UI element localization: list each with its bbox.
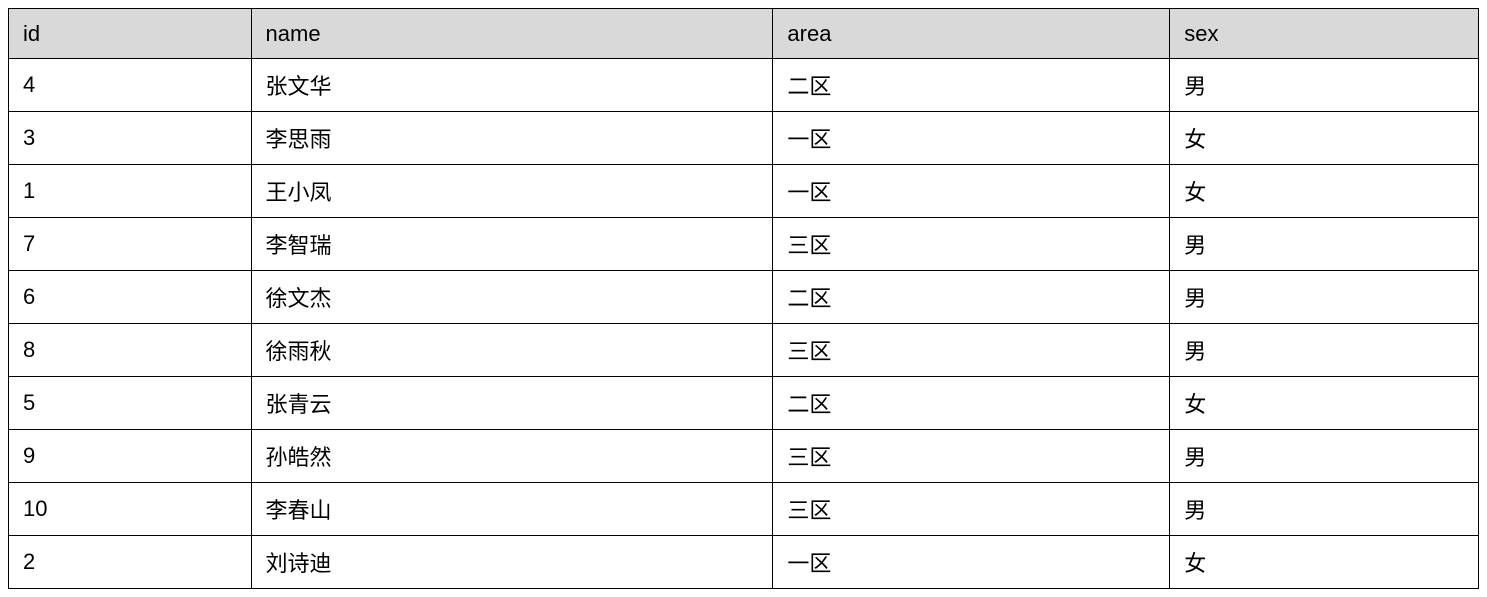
cell-name: 李思雨 xyxy=(251,112,773,165)
cell-name: 李春山 xyxy=(251,483,773,536)
cell-sex: 男 xyxy=(1170,483,1479,536)
cell-area: 三区 xyxy=(773,430,1170,483)
cell-area: 一区 xyxy=(773,536,1170,589)
cell-sex: 男 xyxy=(1170,271,1479,324)
cell-id: 8 xyxy=(9,324,252,377)
cell-id: 6 xyxy=(9,271,252,324)
table-row: 2 刘诗迪 一区 女 xyxy=(9,536,1479,589)
cell-sex: 女 xyxy=(1170,112,1479,165)
cell-area: 二区 xyxy=(773,377,1170,430)
cell-area: 二区 xyxy=(773,271,1170,324)
cell-name: 刘诗迪 xyxy=(251,536,773,589)
table-row: 10 李春山 三区 男 xyxy=(9,483,1479,536)
cell-sex: 男 xyxy=(1170,430,1479,483)
cell-area: 二区 xyxy=(773,59,1170,112)
cell-name: 张青云 xyxy=(251,377,773,430)
cell-name: 王小凤 xyxy=(251,165,773,218)
cell-name: 徐文杰 xyxy=(251,271,773,324)
table-row: 3 李思雨 一区 女 xyxy=(9,112,1479,165)
cell-area: 一区 xyxy=(773,165,1170,218)
cell-name: 徐雨秋 xyxy=(251,324,773,377)
cell-name: 李智瑞 xyxy=(251,218,773,271)
cell-sex: 男 xyxy=(1170,59,1479,112)
table-row: 6 徐文杰 二区 男 xyxy=(9,271,1479,324)
cell-sex: 女 xyxy=(1170,536,1479,589)
cell-sex: 女 xyxy=(1170,377,1479,430)
table-row: 7 李智瑞 三区 男 xyxy=(9,218,1479,271)
cell-id: 5 xyxy=(9,377,252,430)
column-header-sex: sex xyxy=(1170,9,1479,59)
table-row: 9 孙皓然 三区 男 xyxy=(9,430,1479,483)
cell-id: 3 xyxy=(9,112,252,165)
cell-name: 张文华 xyxy=(251,59,773,112)
table-row: 5 张青云 二区 女 xyxy=(9,377,1479,430)
table-row: 1 王小凤 一区 女 xyxy=(9,165,1479,218)
column-header-id: id xyxy=(9,9,252,59)
cell-sex: 男 xyxy=(1170,218,1479,271)
cell-area: 三区 xyxy=(773,483,1170,536)
cell-id: 2 xyxy=(9,536,252,589)
table-row: 8 徐雨秋 三区 男 xyxy=(9,324,1479,377)
table-row: 4 张文华 二区 男 xyxy=(9,59,1479,112)
cell-area: 一区 xyxy=(773,112,1170,165)
cell-id: 10 xyxy=(9,483,252,536)
cell-sex: 女 xyxy=(1170,165,1479,218)
cell-id: 4 xyxy=(9,59,252,112)
column-header-area: area xyxy=(773,9,1170,59)
data-table: id name area sex 4 张文华 二区 男 3 李思雨 一区 女 1… xyxy=(8,8,1479,589)
column-header-name: name xyxy=(251,9,773,59)
cell-id: 1 xyxy=(9,165,252,218)
cell-area: 三区 xyxy=(773,218,1170,271)
cell-area: 三区 xyxy=(773,324,1170,377)
cell-name: 孙皓然 xyxy=(251,430,773,483)
cell-id: 7 xyxy=(9,218,252,271)
table-header-row: id name area sex xyxy=(9,9,1479,59)
cell-sex: 男 xyxy=(1170,324,1479,377)
cell-id: 9 xyxy=(9,430,252,483)
